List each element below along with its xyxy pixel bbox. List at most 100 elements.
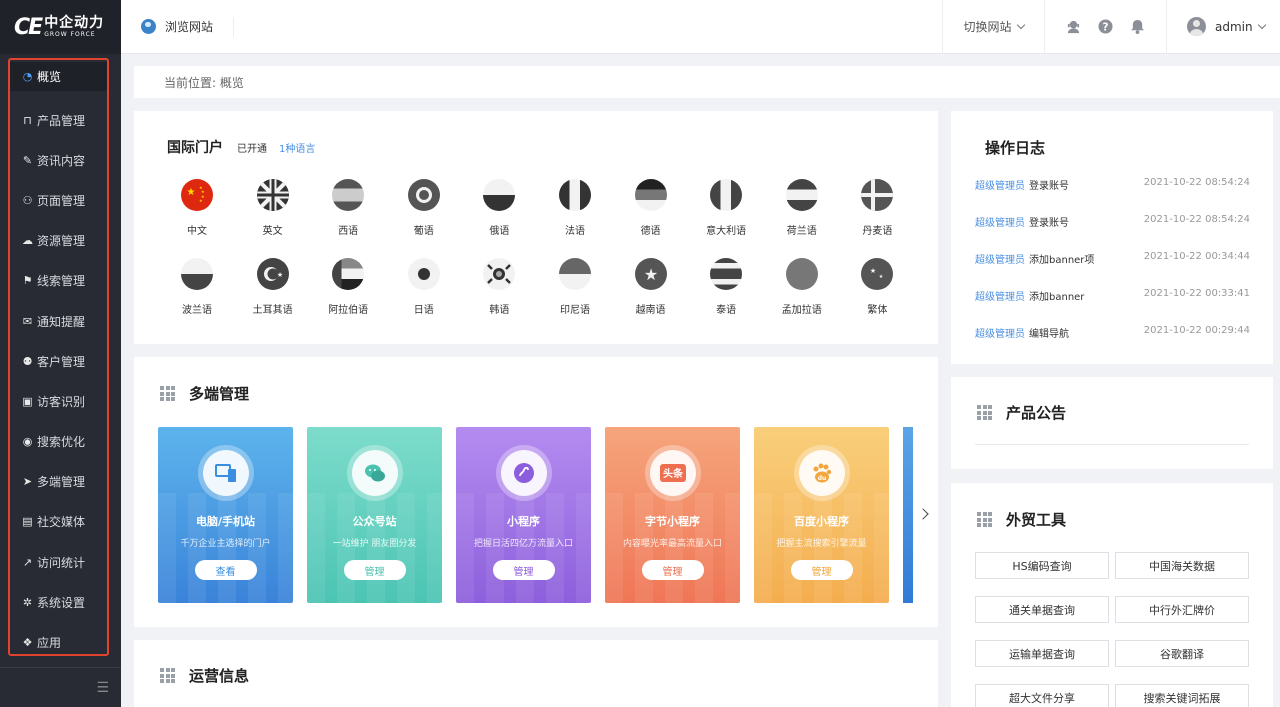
tile-action-button[interactable]: 管理 [492, 560, 555, 580]
globe-icon [141, 19, 156, 34]
divider [975, 444, 1249, 445]
language-item[interactable]: 丹麦语 [845, 179, 909, 237]
sidebar-item-4[interactable]: ☁ 资源管理 [10, 221, 107, 261]
language-label: 德语 [640, 226, 661, 237]
language-item[interactable]: 英文 [241, 179, 305, 237]
language-label: 西语 [338, 226, 359, 237]
trade-tool-button[interactable]: 通关单据查询 [975, 596, 1109, 623]
language-item[interactable]: 法语 [543, 179, 607, 237]
language-item[interactable]: 德语 [619, 179, 683, 237]
svg-text:?: ? [1103, 21, 1109, 33]
sidebar-item-8[interactable]: ▣ 访客识别 [10, 381, 107, 421]
language-item[interactable]: 阿拉伯语 [316, 258, 380, 316]
sidebar-item-7[interactable]: ⚉ 客户管理 [10, 341, 107, 381]
terminal-tile[interactable]: du 百度小程序 把握主流搜索引擎流量 管理 [754, 427, 889, 603]
breadcrumb: 当前位置: 概览 [134, 66, 1280, 98]
language-item[interactable]: ★ ★ ★ ★ ★ 中文 [165, 179, 229, 237]
sidebar-item-11[interactable]: ▤ 社交媒体 [10, 502, 107, 542]
switch-site-dropdown[interactable]: 切换网站 [942, 0, 1044, 54]
language-item[interactable]: 波兰语 [165, 258, 229, 316]
language-item[interactable]: 西语 [316, 179, 380, 237]
tile-title: 百度小程序 [794, 515, 849, 528]
browse-site-button[interactable]: 浏览网站 [121, 0, 213, 54]
language-label: 丹麦语 [862, 226, 893, 237]
sidebar-item-9[interactable]: ◉ 搜索优化 [10, 422, 107, 462]
language-item[interactable]: ★ 土耳其语 [241, 258, 305, 316]
language-item[interactable]: 泰语 [694, 258, 758, 316]
trade-tool-button[interactable]: 中行外汇牌价 [1115, 596, 1249, 623]
service-icon[interactable] [1066, 19, 1082, 35]
sidebar-item-5[interactable]: ⚑ 线索管理 [10, 261, 107, 301]
portal-opened-label: 已开通 [237, 144, 267, 155]
language-grid: ★ ★ ★ ★ ★ 中文 英文西语 葡语俄语 法语德语 意大利语 荷兰语丹麦语波兰语 ★ 土耳其语 阿拉伯… [165, 179, 921, 316]
trade-tool-button[interactable]: 超大文件分享 [975, 684, 1109, 707]
language-item[interactable]: ★ 越南语 [619, 258, 683, 316]
terminal-tile[interactable]: 头条 字节小程序 内容曝光率最高流量入口 管理 [605, 427, 740, 603]
brand-name-cn: 中企动力 [44, 15, 105, 31]
grid-icon [977, 512, 992, 527]
log-user-link[interactable]: 超级管理员 [975, 325, 1025, 340]
language-label: 中文 [187, 226, 207, 237]
trade-tool-button[interactable]: 搜索关键词拓展 [1115, 684, 1249, 707]
operation-log-title: 操作日志 [985, 139, 1046, 157]
sidebar-item-10[interactable]: ➤ 多端管理 [10, 462, 107, 502]
language-item[interactable]: 俄语 [467, 179, 531, 237]
bangladesh-flag-icon [785, 258, 818, 290]
sidebar-item-13[interactable]: ✲ 系统设置 [10, 582, 107, 622]
bell-icon[interactable] [1130, 19, 1146, 35]
language-item[interactable]: 韩语 [467, 258, 531, 316]
language-label: 日语 [413, 305, 434, 316]
language-item[interactable]: ★ ★ 繁体 [845, 258, 909, 316]
log-user-link[interactable]: 超级管理员 [975, 251, 1025, 266]
log-user-link[interactable]: 超级管理员 [975, 214, 1025, 229]
menu-collapse-icon[interactable]: ☰ [0, 667, 121, 707]
sidebar-item-0[interactable]: ◔ 概览 [10, 62, 107, 91]
chat-icon: ✉ [22, 314, 33, 328]
sidebar-item-14[interactable]: ❖ 应用 [10, 622, 107, 662]
tile-action-button[interactable]: 查看 [194, 560, 257, 580]
brand-logo[interactable]: CE 中企动力 GROW FORCE [0, 0, 121, 54]
indonesia-flag-icon [558, 258, 591, 290]
user-menu[interactable]: admin [1166, 0, 1280, 54]
trade-tool-button[interactable]: 运输单据查询 [975, 640, 1109, 667]
denmark-flag-icon [861, 179, 894, 211]
product-notice-title: 产品公告 [1006, 404, 1067, 422]
sidebar-item-3[interactable]: ⚇ 页面管理 [10, 180, 107, 220]
sidebar-item-1[interactable]: ⊓ 产品管理 [10, 100, 107, 140]
sidebar-item-label: 访客识别 [37, 394, 86, 409]
language-item[interactable]: 日语 [392, 258, 456, 316]
operations-info-card: 运营信息 [134, 640, 938, 707]
language-item[interactable]: 荷兰语 [770, 179, 834, 237]
tile-description: 一站维护 朋友圈分发 [332, 539, 417, 549]
terminal-tile[interactable]: 电脑/手机站 千万企业主选择的门户 查看 [158, 427, 293, 603]
tile-action-button[interactable]: 管理 [641, 560, 704, 580]
trade-tool-button[interactable]: HS编码查询 [975, 552, 1109, 579]
language-item[interactable]: 孟加拉语 [770, 258, 834, 316]
log-user-link[interactable]: 超级管理员 [975, 288, 1025, 303]
tile-action-button[interactable]: 管理 [343, 560, 406, 580]
language-label: 俄语 [489, 226, 510, 237]
log-time: 2021-10-22 00:29:44 [1143, 325, 1250, 336]
sidebar-item-2[interactable]: ✎ 资讯内容 [10, 140, 107, 180]
help-icon[interactable]: ? [1098, 19, 1114, 35]
sidebar-item-12[interactable]: ↗ 访问统计 [10, 542, 107, 582]
trade-tool-button[interactable]: 中国海关数据 [1115, 552, 1249, 579]
language-item[interactable]: 意大利语 [694, 179, 758, 237]
language-item[interactable]: 葡语 [392, 179, 456, 237]
sidebar-item-label: 访问统计 [37, 555, 86, 570]
terminal-tile[interactable]: 公众号站 一站维护 朋友圈分发 管理 [307, 427, 442, 603]
sidebar-item-6[interactable]: ✉ 通知提醒 [10, 301, 107, 341]
portugal-flag-icon [407, 179, 440, 211]
international-portal-card: 国际门户 已开通 1种语言 ★ ★ ★ ★ ★ 中文 英文 西语 葡语 俄语 法语 德语 意大利语 荷兰语… [134, 111, 938, 344]
terminal-tile-partial[interactable] [903, 427, 913, 603]
terminal-tile[interactable]: 小程序 把握日活四亿万流量入口 管理 [456, 427, 591, 603]
trade-tool-button[interactable]: 谷歌翻译 [1115, 640, 1249, 667]
log-user-link[interactable]: 超级管理员 [975, 177, 1025, 192]
chevron-right-icon[interactable] [917, 508, 929, 520]
tile-action-button[interactable]: 管理 [790, 560, 853, 580]
language-count-link[interactable]: 1种语言 [279, 140, 315, 155]
multi-terminal-title: 多端管理 [189, 385, 250, 403]
browse-site-label: 浏览网站 [165, 20, 214, 34]
language-item[interactable]: 印尼语 [543, 258, 607, 316]
log-action: 添加banner [1029, 292, 1085, 303]
